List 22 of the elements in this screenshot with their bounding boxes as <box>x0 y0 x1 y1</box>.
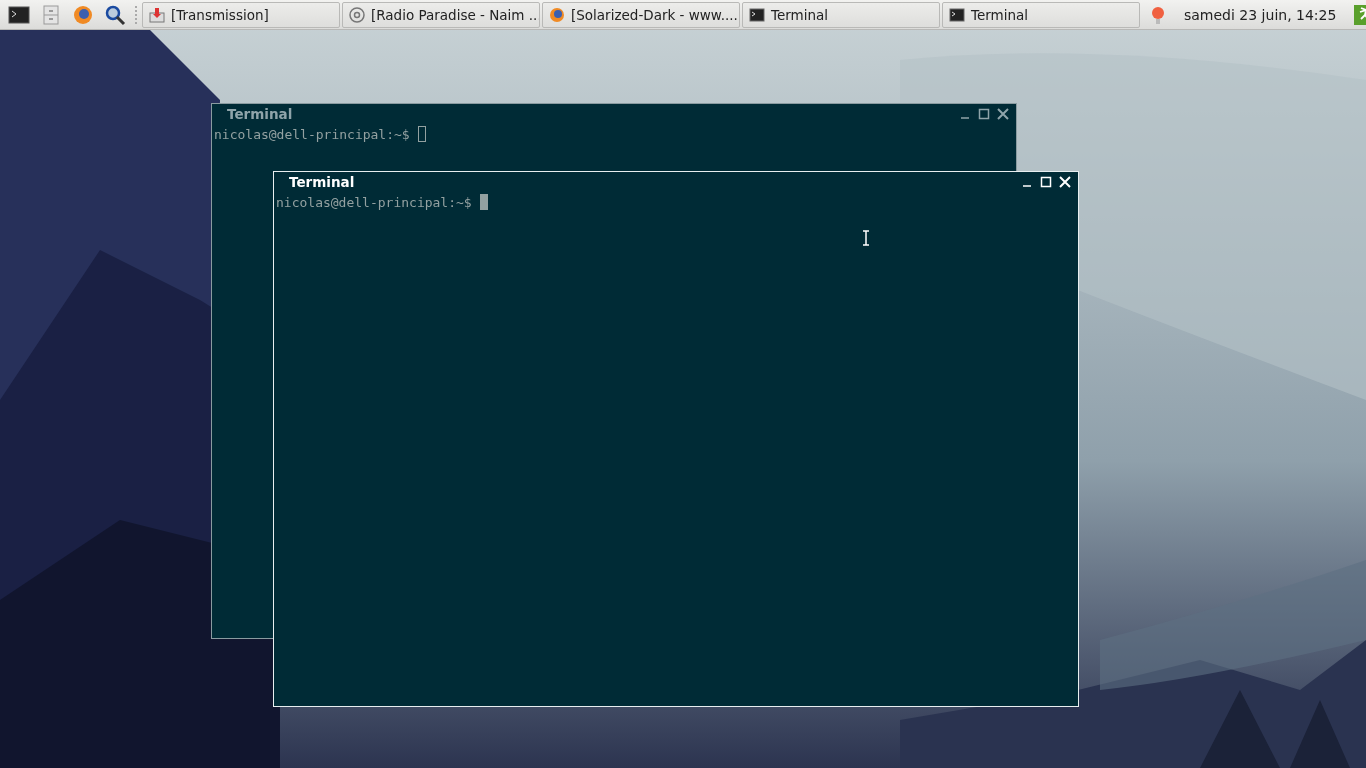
taskbar-task[interactable]: Terminal <box>942 1 1140 28</box>
text-cursor <box>479 194 488 210</box>
search-icon[interactable] <box>104 3 126 26</box>
close-icon[interactable] <box>996 107 1010 121</box>
inbox-icon <box>149 6 165 23</box>
text-cursor-icon <box>862 230 870 246</box>
taskbar-task[interactable]: [Solarized-Dark - www.... <box>542 1 740 28</box>
text-cursor <box>417 126 426 142</box>
clock[interactable]: samedi 23 juin, 14:25 <box>1184 6 1337 23</box>
browser-icon <box>549 6 565 23</box>
window-title: Terminal <box>289 174 355 190</box>
terminal-icon[interactable] <box>8 3 30 26</box>
terminal-icon <box>949 6 965 23</box>
taskbar-task[interactable]: [Radio Paradise - Naim ... <box>342 1 540 28</box>
window-title: Terminal <box>227 106 293 122</box>
taskbar-task[interactable]: [Transmission] <box>142 1 340 28</box>
browser-icon[interactable] <box>72 3 94 26</box>
terminal-icon <box>749 6 765 23</box>
shell-prompt: nicolas@dell-principal:~$ <box>276 194 472 210</box>
taskbar-task[interactable]: Terminal <box>742 1 940 28</box>
maximize-icon[interactable] <box>977 107 991 121</box>
shell-prompt: nicolas@dell-principal:~$ <box>214 126 410 142</box>
